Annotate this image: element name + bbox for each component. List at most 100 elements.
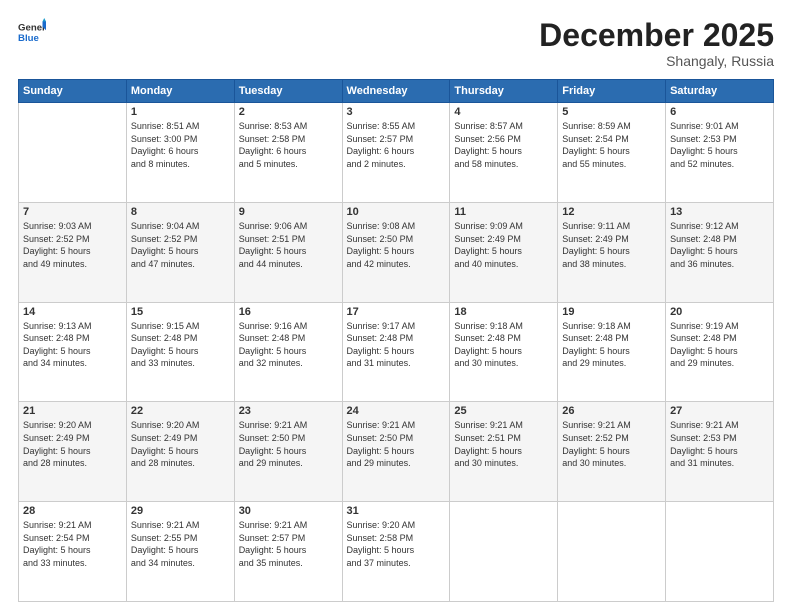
- day-number: 3: [347, 106, 446, 118]
- cell-info: Sunrise: 9:21 AM Sunset: 2:50 PM Dayligh…: [239, 419, 338, 469]
- day-number: 23: [239, 405, 338, 417]
- calendar-cell: 13 Sunrise: 9:12 AM Sunset: 2:48 PM Dayli…: [666, 202, 774, 302]
- cell-info: Sunrise: 9:21 AM Sunset: 2:54 PM Dayligh…: [23, 519, 122, 569]
- cell-info: Sunrise: 9:17 AM Sunset: 2:48 PM Dayligh…: [347, 320, 446, 370]
- calendar-cell: 25 Sunrise: 9:21 AM Sunset: 2:51 PM Dayli…: [450, 402, 558, 502]
- day-number: 25: [454, 405, 553, 417]
- calendar-cell: 24 Sunrise: 9:21 AM Sunset: 2:50 PM Dayli…: [342, 402, 450, 502]
- cell-info: Sunrise: 9:11 AM Sunset: 2:49 PM Dayligh…: [562, 220, 661, 270]
- cell-info: Sunrise: 9:21 AM Sunset: 2:57 PM Dayligh…: [239, 519, 338, 569]
- col-saturday: Saturday: [666, 80, 774, 103]
- col-wednesday: Wednesday: [342, 80, 450, 103]
- cell-info: Sunrise: 9:18 AM Sunset: 2:48 PM Dayligh…: [454, 320, 553, 370]
- day-number: 17: [347, 306, 446, 318]
- day-number: 30: [239, 505, 338, 517]
- calendar-week-row: 1Sunrise: 8:51 AM Sunset: 3:00 PM Daylig…: [19, 103, 774, 203]
- calendar-cell: 18 Sunrise: 9:18 AM Sunset: 2:48 PM Dayli…: [450, 302, 558, 402]
- cell-info: Sunrise: 8:57 AM Sunset: 2:56 PM Dayligh…: [454, 120, 553, 170]
- calendar-cell: [450, 502, 558, 602]
- day-number: 21: [23, 405, 122, 417]
- col-sunday: Sunday: [19, 80, 127, 103]
- day-number: 31: [347, 505, 446, 517]
- calendar-week-row: 28 Sunrise: 9:21 AM Sunset: 2:54 PM Dayli…: [19, 502, 774, 602]
- cell-info: Sunrise: 8:53 AM Sunset: 2:58 PM Dayligh…: [239, 120, 338, 170]
- cell-info: Sunrise: 9:15 AM Sunset: 2:48 PM Dayligh…: [131, 320, 230, 370]
- day-number: 15: [131, 306, 230, 318]
- calendar-cell: 6 Sunrise: 9:01 AM Sunset: 2:53 PM Daylig…: [666, 103, 774, 203]
- day-number: 1: [131, 106, 230, 118]
- calendar-week-row: 7 Sunrise: 9:03 AM Sunset: 2:52 PM Daylig…: [19, 202, 774, 302]
- calendar-cell: 27Sunrise: 9:21 AM Sunset: 2:53 PM Dayli…: [666, 402, 774, 502]
- day-number: 14: [23, 306, 122, 318]
- calendar-header-row: Sunday Monday Tuesday Wednesday Thursday…: [19, 80, 774, 103]
- day-number: 9: [239, 206, 338, 218]
- calendar-cell: 8Sunrise: 9:04 AM Sunset: 2:52 PM Daylig…: [126, 202, 234, 302]
- calendar-cell: 17 Sunrise: 9:17 AM Sunset: 2:48 PM Dayli…: [342, 302, 450, 402]
- day-number: 6: [670, 106, 769, 118]
- logo-icon: General Blue: [18, 18, 46, 46]
- day-number: 10: [347, 206, 446, 218]
- calendar-cell: 3 Sunrise: 8:55 AM Sunset: 2:57 PM Daylig…: [342, 103, 450, 203]
- calendar-cell: 2 Sunrise: 8:53 AM Sunset: 2:58 PM Daylig…: [234, 103, 342, 203]
- calendar-cell: [19, 103, 127, 203]
- day-number: 19: [562, 306, 661, 318]
- calendar-table: Sunday Monday Tuesday Wednesday Thursday…: [18, 79, 774, 602]
- calendar-cell: 7 Sunrise: 9:03 AM Sunset: 2:52 PM Daylig…: [19, 202, 127, 302]
- cell-info: Sunrise: 9:20 AM Sunset: 2:49 PM Dayligh…: [23, 419, 122, 469]
- day-number: 24: [347, 405, 446, 417]
- cell-info: Sunrise: 9:20 AM Sunset: 2:58 PM Dayligh…: [347, 519, 446, 569]
- cell-info: Sunrise: 9:16 AM Sunset: 2:48 PM Dayligh…: [239, 320, 338, 370]
- calendar-cell: 19 Sunrise: 9:18 AM Sunset: 2:48 PM Dayli…: [558, 302, 666, 402]
- calendar-cell: 5Sunrise: 8:59 AM Sunset: 2:54 PM Daylig…: [558, 103, 666, 203]
- calendar-cell: 1Sunrise: 8:51 AM Sunset: 3:00 PM Daylig…: [126, 103, 234, 203]
- day-number: 28: [23, 505, 122, 517]
- svg-text:Blue: Blue: [18, 33, 39, 44]
- day-number: 27: [670, 405, 769, 417]
- calendar-cell: 4Sunrise: 8:57 AM Sunset: 2:56 PM Daylig…: [450, 103, 558, 203]
- cell-info: Sunrise: 8:59 AM Sunset: 2:54 PM Dayligh…: [562, 120, 661, 170]
- calendar-week-row: 14Sunrise: 9:13 AM Sunset: 2:48 PM Dayli…: [19, 302, 774, 402]
- calendar-week-row: 21 Sunrise: 9:20 AM Sunset: 2:49 PM Dayli…: [19, 402, 774, 502]
- day-number: 16: [239, 306, 338, 318]
- calendar-cell: 11Sunrise: 9:09 AM Sunset: 2:49 PM Dayli…: [450, 202, 558, 302]
- day-number: 29: [131, 505, 230, 517]
- cell-info: Sunrise: 9:21 AM Sunset: 2:52 PM Dayligh…: [562, 419, 661, 469]
- day-number: 2: [239, 106, 338, 118]
- cell-info: Sunrise: 9:06 AM Sunset: 2:51 PM Dayligh…: [239, 220, 338, 270]
- day-number: 13: [670, 206, 769, 218]
- month-title: December 2025: [539, 18, 774, 53]
- calendar-cell: 26 Sunrise: 9:21 AM Sunset: 2:52 PM Dayli…: [558, 402, 666, 502]
- calendar-cell: 29 Sunrise: 9:21 AM Sunset: 2:55 PM Dayli…: [126, 502, 234, 602]
- cell-info: Sunrise: 9:18 AM Sunset: 2:48 PM Dayligh…: [562, 320, 661, 370]
- calendar-cell: 16 Sunrise: 9:16 AM Sunset: 2:48 PM Dayli…: [234, 302, 342, 402]
- cell-info: Sunrise: 9:03 AM Sunset: 2:52 PM Dayligh…: [23, 220, 122, 270]
- cell-info: Sunrise: 9:21 AM Sunset: 2:51 PM Dayligh…: [454, 419, 553, 469]
- day-number: 22: [131, 405, 230, 417]
- day-number: 26: [562, 405, 661, 417]
- cell-info: Sunrise: 9:12 AM Sunset: 2:48 PM Dayligh…: [670, 220, 769, 270]
- cell-info: Sunrise: 9:04 AM Sunset: 2:52 PM Dayligh…: [131, 220, 230, 270]
- col-monday: Monday: [126, 80, 234, 103]
- col-friday: Friday: [558, 80, 666, 103]
- col-tuesday: Tuesday: [234, 80, 342, 103]
- cell-info: Sunrise: 9:01 AM Sunset: 2:53 PM Dayligh…: [670, 120, 769, 170]
- cell-info: Sunrise: 9:20 AM Sunset: 2:49 PM Dayligh…: [131, 419, 230, 469]
- calendar-cell: [558, 502, 666, 602]
- cell-info: Sunrise: 9:21 AM Sunset: 2:50 PM Dayligh…: [347, 419, 446, 469]
- page: General Blue December 2025 Shangaly, Rus…: [0, 0, 792, 612]
- cell-info: Sunrise: 9:21 AM Sunset: 2:55 PM Dayligh…: [131, 519, 230, 569]
- calendar-cell: 22 Sunrise: 9:20 AM Sunset: 2:49 PM Dayli…: [126, 402, 234, 502]
- calendar-cell: 31 Sunrise: 9:20 AM Sunset: 2:58 PM Dayli…: [342, 502, 450, 602]
- day-number: 18: [454, 306, 553, 318]
- day-number: 7: [23, 206, 122, 218]
- logo: General Blue: [18, 18, 46, 46]
- cell-info: Sunrise: 8:55 AM Sunset: 2:57 PM Dayligh…: [347, 120, 446, 170]
- calendar-cell: 12Sunrise: 9:11 AM Sunset: 2:49 PM Dayli…: [558, 202, 666, 302]
- calendar-cell: 15 Sunrise: 9:15 AM Sunset: 2:48 PM Dayli…: [126, 302, 234, 402]
- cell-info: Sunrise: 9:19 AM Sunset: 2:48 PM Dayligh…: [670, 320, 769, 370]
- header: General Blue December 2025 Shangaly, Rus…: [18, 18, 774, 69]
- svg-text:General: General: [18, 22, 46, 33]
- title-block: December 2025 Shangaly, Russia: [539, 18, 774, 69]
- calendar-cell: 21 Sunrise: 9:20 AM Sunset: 2:49 PM Dayli…: [19, 402, 127, 502]
- calendar-cell: 9 Sunrise: 9:06 AM Sunset: 2:51 PM Daylig…: [234, 202, 342, 302]
